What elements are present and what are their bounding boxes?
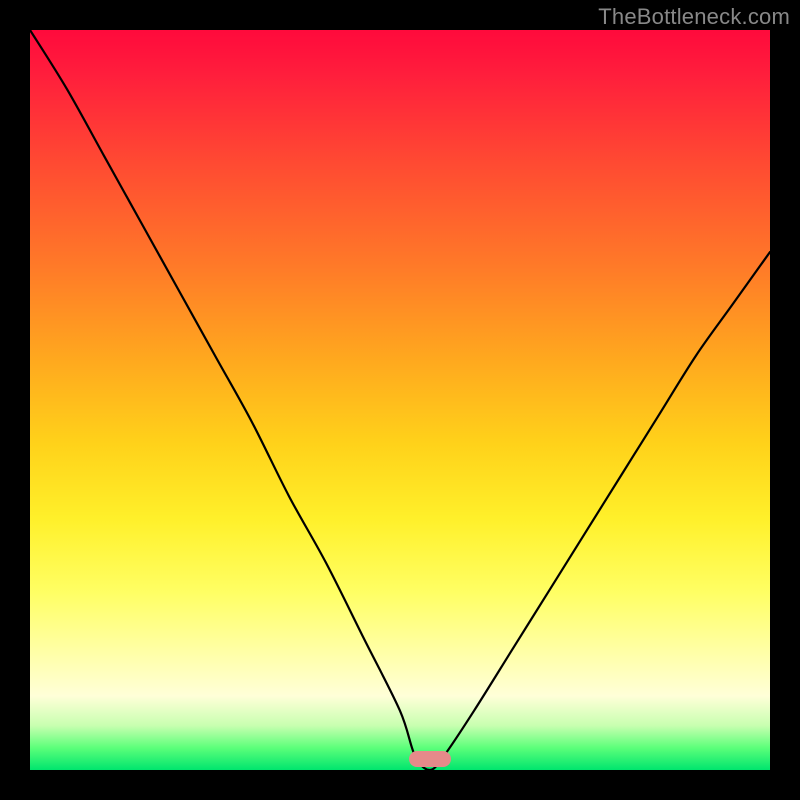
bottleneck-curve — [30, 30, 770, 770]
watermark-text: TheBottleneck.com — [598, 4, 790, 30]
minimum-marker — [409, 751, 451, 767]
chart-frame: TheBottleneck.com — [0, 0, 800, 800]
curve-path — [30, 30, 770, 770]
plot-area — [30, 30, 770, 770]
